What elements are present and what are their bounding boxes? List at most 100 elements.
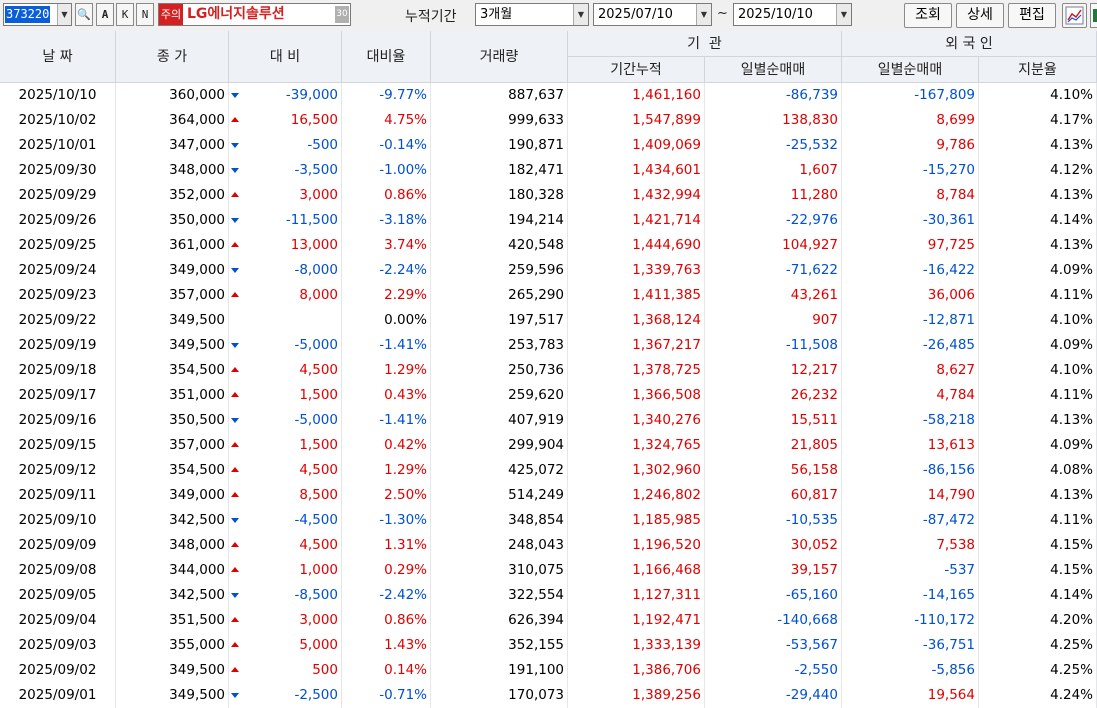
cell-volume: 514,249 bbox=[431, 483, 568, 508]
table-row[interactable]: 2025/09/25 361,000 13,000 3.74% 420,548 1,444… bbox=[0, 233, 1097, 258]
chevron-down-icon[interactable]: ▼ bbox=[696, 4, 711, 25]
chevron-down-icon[interactable]: ▼ bbox=[836, 4, 851, 25]
start-date-value: 2025/07/10 bbox=[598, 7, 673, 22]
table-row[interactable]: 2025/10/02 364,000 16,500 4.75% 999,633 1,547… bbox=[0, 108, 1097, 133]
cell-volume: 626,394 bbox=[431, 608, 568, 633]
triangle-down-icon bbox=[230, 133, 242, 158]
cell-change bbox=[242, 308, 342, 333]
cell-close: 348,000 bbox=[116, 533, 229, 558]
excel-icon[interactable] bbox=[1090, 3, 1097, 28]
cell-date: 2025/09/24 bbox=[0, 258, 116, 283]
cell-rate: 2.50% bbox=[342, 483, 431, 508]
query-button[interactable]: 조회 bbox=[904, 3, 952, 28]
table-row[interactable]: 2025/09/26 350,000 -11,500 -3.18% 194,214 1,4… bbox=[0, 208, 1097, 233]
cell-volume: 250,736 bbox=[431, 358, 568, 383]
header-foreign-daily[interactable]: 일별순매매 bbox=[842, 57, 979, 83]
cell-inst-daily: 907 bbox=[705, 308, 842, 333]
cell-foreign-daily: 9,786 bbox=[842, 133, 979, 158]
cell-volume: 182,471 bbox=[431, 158, 568, 183]
detail-button[interactable]: 상세 bbox=[956, 3, 1004, 28]
table-row[interactable]: 2025/09/19 349,500 -5,000 -1.41% 253,783 1,36… bbox=[0, 333, 1097, 358]
cell-inst-cumulative: 1,409,069 bbox=[568, 133, 705, 158]
triangle-up-icon bbox=[230, 383, 242, 408]
cell-rate: -1.41% bbox=[342, 333, 431, 358]
cell-close: 352,000 bbox=[116, 183, 229, 208]
table-row[interactable]: 2025/09/23 357,000 8,000 2.29% 265,290 1,411,… bbox=[0, 283, 1097, 308]
cell-foreign-daily: -30,361 bbox=[842, 208, 979, 233]
n-button[interactable]: N bbox=[136, 3, 154, 26]
cell-inst-daily: 15,511 bbox=[705, 408, 842, 433]
table-row[interactable]: 2025/09/10 342,500 -4,500 -1.30% 348,854 1,18… bbox=[0, 508, 1097, 533]
table-row[interactable]: 2025/09/08 344,000 1,000 0.29% 310,075 1,166,… bbox=[0, 558, 1097, 583]
table-row[interactable]: 2025/09/17 351,000 1,500 0.43% 259,620 1,366,… bbox=[0, 383, 1097, 408]
cell-inst-cumulative: 1,461,160 bbox=[568, 83, 705, 108]
header-change[interactable]: 대 비 bbox=[229, 31, 342, 83]
cell-close: 354,500 bbox=[116, 358, 229, 383]
table-row[interactable]: 2025/09/22 349,500 0.00% 197,517 1,368,124 90… bbox=[0, 308, 1097, 333]
table-row[interactable]: 2025/09/11 349,000 8,500 2.50% 514,249 1,246,… bbox=[0, 483, 1097, 508]
header-close[interactable]: 종 가 bbox=[116, 31, 229, 83]
stock-name-field[interactable]: 주의 LG에너지솔루션 30 bbox=[158, 3, 351, 26]
search-icon[interactable]: 🔍 bbox=[75, 3, 93, 26]
end-date-picker[interactable]: 2025/10/10 ▼ bbox=[733, 3, 852, 26]
cell-volume: 352,155 bbox=[431, 633, 568, 658]
table-row[interactable]: 2025/09/18 354,500 4,500 1.29% 250,736 1,378,… bbox=[0, 358, 1097, 383]
cell-volume: 259,596 bbox=[431, 258, 568, 283]
period-select[interactable]: 3개월 ▼ bbox=[475, 3, 589, 26]
triangle-up-icon bbox=[230, 108, 242, 133]
edit-button[interactable]: 편집 bbox=[1008, 3, 1056, 28]
cell-close: 342,500 bbox=[116, 583, 229, 608]
stock-code-combo[interactable]: 373220 ▼ bbox=[3, 3, 72, 26]
cell-inst-daily: -140,668 bbox=[705, 608, 842, 633]
table-row[interactable]: 2025/09/29 352,000 3,000 0.86% 180,328 1,432,… bbox=[0, 183, 1097, 208]
a-button[interactable]: A bbox=[96, 3, 114, 26]
header-date[interactable]: 날 짜 bbox=[0, 31, 116, 83]
header-inst-cumulative[interactable]: 기간누적 bbox=[568, 57, 705, 83]
table-row[interactable]: 2025/09/04 351,500 3,000 0.86% 626,394 1,192,… bbox=[0, 608, 1097, 633]
cell-inst-cumulative: 1,324,765 bbox=[568, 433, 705, 458]
table-row[interactable]: 2025/09/15 357,000 1,500 0.42% 299,904 1,324,… bbox=[0, 433, 1097, 458]
period-value: 3개월 bbox=[480, 7, 513, 22]
table-row[interactable]: 2025/09/16 350,500 -5,000 -1.41% 407,919 1,34… bbox=[0, 408, 1097, 433]
name-option-button[interactable]: 30 bbox=[335, 6, 349, 23]
start-date-picker[interactable]: 2025/07/10 ▼ bbox=[593, 3, 712, 26]
table-row[interactable]: 2025/09/05 342,500 -8,500 -2.42% 322,554 1,12… bbox=[0, 583, 1097, 608]
table-row[interactable]: 2025/09/24 349,000 -8,000 -2.24% 259,596 1,33… bbox=[0, 258, 1097, 283]
chart-icon[interactable] bbox=[1062, 3, 1087, 28]
header-rate[interactable]: 대비율 bbox=[342, 31, 431, 83]
cell-inst-cumulative: 1,378,725 bbox=[568, 358, 705, 383]
chevron-down-icon[interactable]: ▼ bbox=[573, 4, 588, 25]
cell-inst-daily: -22,976 bbox=[705, 208, 842, 233]
cell-inst-cumulative: 1,434,601 bbox=[568, 158, 705, 183]
cell-date: 2025/10/02 bbox=[0, 108, 116, 133]
cell-change: 16,500 bbox=[242, 108, 342, 133]
table-row[interactable]: 2025/09/09 348,000 4,500 1.31% 248,043 1,196,… bbox=[0, 533, 1097, 558]
cell-close: 351,500 bbox=[116, 608, 229, 633]
cell-change: 1,500 bbox=[242, 433, 342, 458]
cell-close: 350,500 bbox=[116, 408, 229, 433]
table-row[interactable]: 2025/09/30 348,000 -3,500 -1.00% 182,471 1,43… bbox=[0, 158, 1097, 183]
header-volume[interactable]: 거래량 bbox=[431, 31, 568, 83]
table-row[interactable]: 2025/10/01 347,000 -500 -0.14% 190,871 1,409,… bbox=[0, 133, 1097, 158]
chevron-down-icon[interactable]: ▼ bbox=[57, 4, 71, 25]
cell-foreign-share: 4.08% bbox=[979, 458, 1097, 483]
table-row[interactable]: 2025/09/02 349,500 500 0.14% 191,100 1,386,70… bbox=[0, 658, 1097, 683]
stock-code-value[interactable]: 373220 bbox=[5, 6, 51, 23]
table-row[interactable]: 2025/09/03 355,000 5,000 1.43% 352,155 1,333,… bbox=[0, 633, 1097, 658]
table-row[interactable]: 2025/10/10 360,000 -39,000 -9.77% 887,637 1,4… bbox=[0, 83, 1097, 108]
cell-close: 354,500 bbox=[116, 458, 229, 483]
cell-foreign-share: 4.15% bbox=[979, 558, 1097, 583]
cell-volume: 887,637 bbox=[431, 83, 568, 108]
header-foreign-share[interactable]: 지분율 bbox=[979, 57, 1097, 83]
cell-close: 351,000 bbox=[116, 383, 229, 408]
table-row[interactable]: 2025/09/12 354,500 4,500 1.29% 425,072 1,302,… bbox=[0, 458, 1097, 483]
cell-volume: 253,783 bbox=[431, 333, 568, 358]
table-row[interactable]: 2025/09/01 349,500 -2,500 -0.71% 170,073 1,38… bbox=[0, 683, 1097, 708]
k-button[interactable]: K bbox=[116, 3, 134, 26]
cell-inst-cumulative: 1,432,994 bbox=[568, 183, 705, 208]
cell-rate: -1.00% bbox=[342, 158, 431, 183]
cell-inst-cumulative: 1,340,276 bbox=[568, 408, 705, 433]
cell-rate: 1.29% bbox=[342, 358, 431, 383]
cell-change: 4,500 bbox=[242, 533, 342, 558]
header-inst-daily[interactable]: 일별순매매 bbox=[705, 57, 842, 83]
